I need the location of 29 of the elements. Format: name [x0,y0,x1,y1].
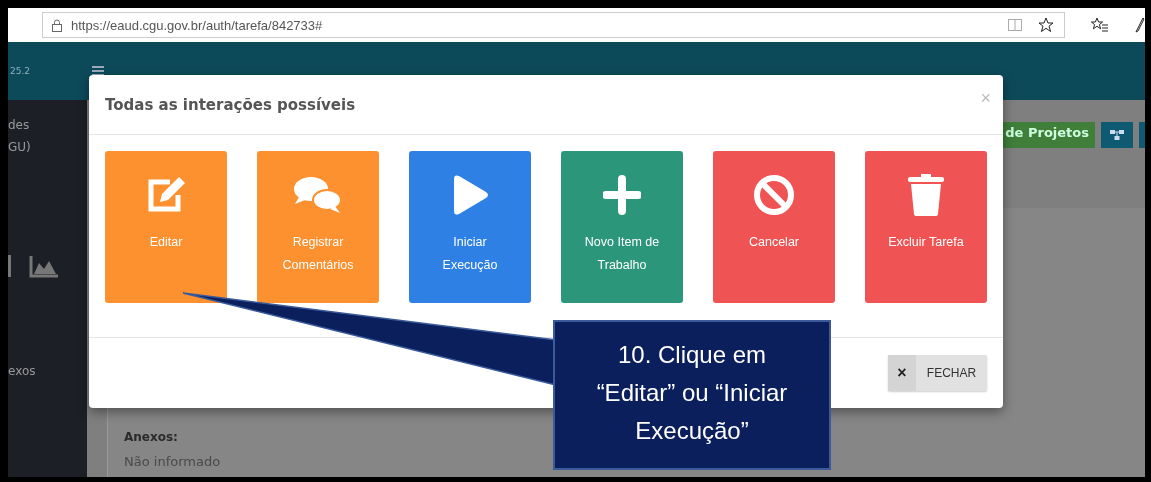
play-icon [451,173,489,217]
trash-icon [907,173,945,217]
action-tile[interactable]: Cancelar [713,151,835,303]
version-text: 25.2 [10,66,31,76]
lock-icon [51,18,63,32]
callout: 10. Clique em “Editar” ou “Iniciar Execução” [553,320,831,470]
action-tile[interactable]: Registrar Comentários [257,151,379,303]
sitemap-button[interactable] [1101,122,1133,148]
modal-title: Todas as interações possíveis [105,95,356,114]
action-tile[interactable]: Excluir Tarefa [865,151,987,303]
action-tile[interactable]: Iniciar Execução [409,151,531,303]
sidebar-item[interactable]: exos [8,364,87,378]
close-dialog-button[interactable]: × FECHAR [888,355,987,391]
field-label: Anexos: [124,430,178,444]
sidebar-item[interactable]: des [8,118,87,132]
favorites-icon[interactable] [1091,17,1109,33]
star-icon[interactable] [1038,17,1055,33]
action-tile[interactable]: Novo Item de Trabalho [561,151,683,303]
action-tile[interactable]: Editar [105,151,227,303]
pen-icon[interactable] [1135,17,1145,33]
sidebar-item[interactable]: GU) [8,140,87,154]
prohibited-icon [753,173,795,217]
menu-icon[interactable] [92,66,105,76]
field-value: Não informado [124,454,221,469]
url-text: https://eaud.cgu.gov.br/auth/tarefa/842733# [71,17,324,33]
sitemap-icon [1109,129,1125,141]
plus-icon [603,173,641,217]
address-bar[interactable]: https://eaud.cgu.gov.br/auth/tarefa/842733# [42,12,1066,38]
area-chart-icon[interactable] [29,254,59,278]
